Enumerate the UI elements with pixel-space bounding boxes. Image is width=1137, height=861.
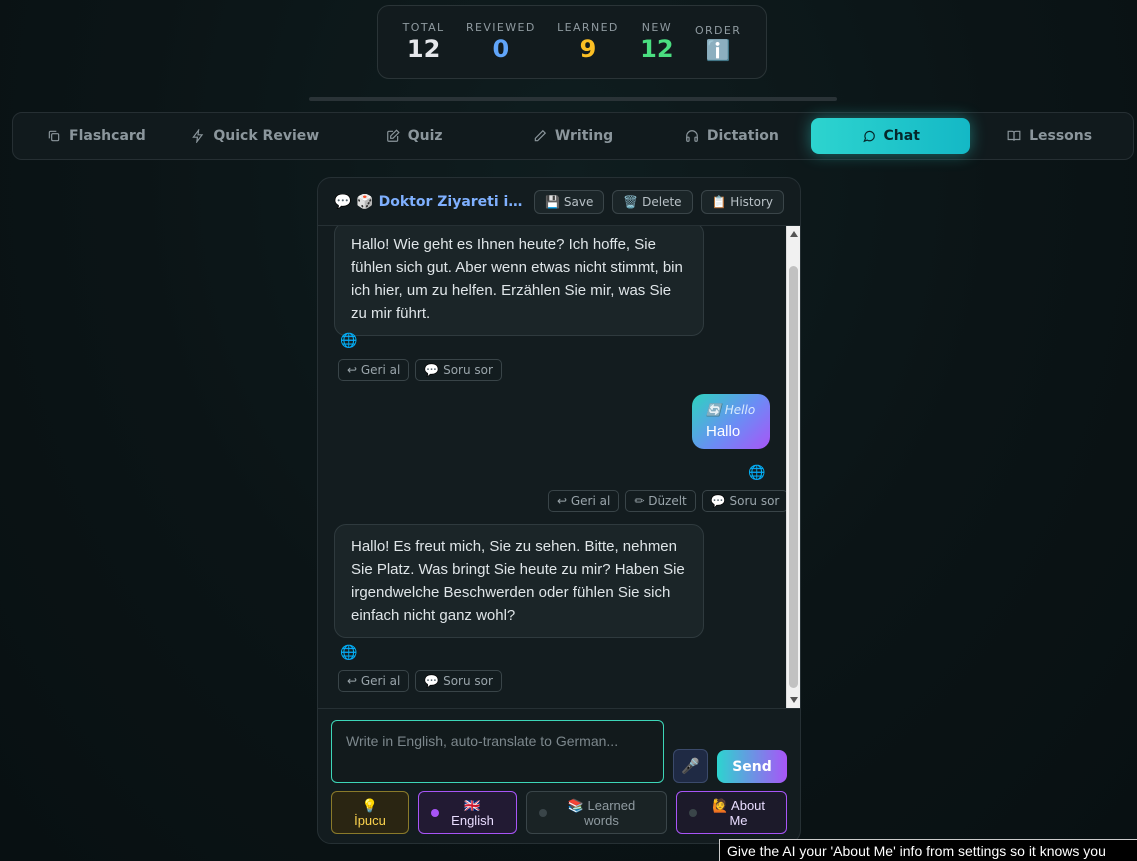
stat-learned: LEARNED 9 — [557, 21, 619, 62]
toggle-label: 📚 Learned words — [567, 797, 636, 828]
stat-new: NEW 12 — [640, 21, 673, 62]
learned-words-toggle[interactable]: 📚 Learned words — [526, 791, 667, 834]
lightning-icon — [192, 129, 204, 143]
tab-label: Writing — [554, 128, 614, 144]
stat-label: NEW — [641, 21, 672, 35]
headphones-icon — [686, 130, 698, 142]
about-me-tooltip: Give the AI your 'About Me' info from se… — [719, 839, 1137, 861]
stat-label: REVIEWED — [465, 21, 536, 35]
stat-total: TOTAL 12 — [403, 21, 445, 62]
delete-button[interactable]: 🗑️ Delete — [612, 189, 693, 214]
stat-value: 12 — [640, 35, 674, 64]
message-actions: ↩ Geri al 💬 Soru sor — [338, 670, 502, 692]
chat-panel: 💬 🎲 Doktor Ziyareti ile doktor 💾 Save 🗑️… — [317, 177, 801, 844]
toggle-dot-icon — [539, 809, 547, 817]
ask-question-button[interactable]: 💬 Soru sor — [701, 490, 789, 512]
edit-button[interactable]: ✏ Düzelt — [625, 490, 696, 512]
globe-icon[interactable]: 🌐 — [340, 645, 357, 661]
tab-flashcard[interactable]: Flashcard — [17, 118, 176, 154]
progress-bar — [309, 97, 837, 101]
message-translation: 🔄 Hello — [706, 403, 756, 417]
pencil-icon — [534, 129, 546, 142]
chat-title: 💬 🎲 Doktor Ziyareti ile doktor — [334, 193, 526, 210]
toggle-dot-icon — [431, 809, 439, 817]
ai-message: Hallo! Wie geht es Ihnen heute? Ich hoff… — [334, 226, 704, 336]
tab-quiz[interactable]: Quiz — [335, 118, 494, 154]
history-button[interactable]: 📋 History — [700, 189, 784, 214]
tab-label: Lessons — [1029, 128, 1093, 144]
stat-value: 9 — [579, 35, 597, 64]
info-icon[interactable]: ℹ️ — [695, 39, 741, 61]
globe-icon[interactable]: 🌐 — [340, 333, 357, 349]
undo-button[interactable]: ↩ Geri al — [548, 490, 620, 512]
stat-label: ORDER — [694, 23, 742, 37]
tab-writing[interactable]: Writing — [494, 118, 653, 154]
tab-chat[interactable]: Chat — [811, 118, 971, 154]
toggle-dot-icon — [689, 809, 697, 817]
message-actions: ↩ Geri al ✏ Düzelt 💬 Soru sor — [548, 490, 789, 512]
message-actions: ↩ Geri al 💬 Soru sor — [338, 359, 502, 381]
user-message: 🔄 Hello Hallo — [692, 394, 770, 449]
chat-bubble-icon — [862, 130, 875, 143]
chat-header: 💬 🎲 Doktor Ziyareti ile doktor 💾 Save 🗑️… — [318, 178, 800, 226]
stat-order[interactable]: ORDER ℹ️ — [695, 24, 741, 61]
ask-question-button[interactable]: 💬 Soru sor — [415, 670, 502, 692]
chat-input-area: 🎤 Send 💡 İpucu 🇬🇧 English 📚 Learned word… — [318, 708, 800, 843]
stats-panel: TOTAL 12 REVIEWED 0 LEARNED 9 NEW 12 ORD… — [377, 5, 767, 79]
edit-icon — [386, 129, 400, 142]
tab-label: Dictation — [706, 128, 779, 144]
stat-label: TOTAL — [402, 21, 445, 35]
microphone-icon[interactable]: 🎤 — [673, 749, 708, 783]
undo-button[interactable]: ↩ Geri al — [338, 359, 410, 381]
globe-icon[interactable]: 🌐 — [748, 465, 765, 481]
message-text: Hallo — [706, 423, 741, 440]
ai-message: Hallo! Es freut mich, Sie zu sehen. Bitt… — [334, 524, 704, 638]
undo-button[interactable]: ↩ Geri al — [338, 670, 410, 692]
scrollbar-thumb[interactable] — [789, 266, 798, 688]
stat-reviewed: REVIEWED 0 — [466, 21, 536, 62]
tab-quick-review[interactable]: Quick Review — [176, 118, 335, 154]
ask-question-button[interactable]: 💬 Soru sor — [415, 359, 502, 381]
message-list: Hallo! Wie geht es Ihnen heute? Ich hoff… — [318, 226, 800, 708]
about-me-toggle[interactable]: 🙋 About Me — [676, 791, 787, 834]
english-toggle[interactable]: 🇬🇧 English — [418, 791, 517, 834]
tab-label: Quiz — [407, 128, 443, 144]
chat-input[interactable] — [331, 720, 664, 783]
message-scrollbar[interactable] — [786, 226, 800, 708]
tab-label: Quick Review — [213, 128, 320, 144]
stat-value: 0 — [492, 35, 510, 64]
copy-icon — [48, 130, 60, 142]
stat-label: LEARNED — [557, 21, 619, 35]
tab-label: Chat — [883, 128, 920, 144]
book-icon — [1007, 130, 1021, 141]
mode-tabs: Flashcard Quick Review Quiz Writing Dict… — [12, 112, 1134, 160]
save-button[interactable]: 💾 Save — [534, 189, 605, 214]
tab-dictation[interactable]: Dictation — [652, 118, 811, 154]
hint-button[interactable]: 💡 İpucu — [331, 791, 409, 834]
tab-label: Flashcard — [69, 128, 146, 144]
scroll-up-arrow-icon[interactable] — [790, 231, 798, 237]
stat-value: 12 — [406, 35, 441, 64]
send-button[interactable]: Send — [717, 750, 787, 783]
scroll-down-arrow-icon[interactable] — [790, 697, 798, 703]
tab-lessons[interactable]: Lessons — [970, 118, 1129, 154]
